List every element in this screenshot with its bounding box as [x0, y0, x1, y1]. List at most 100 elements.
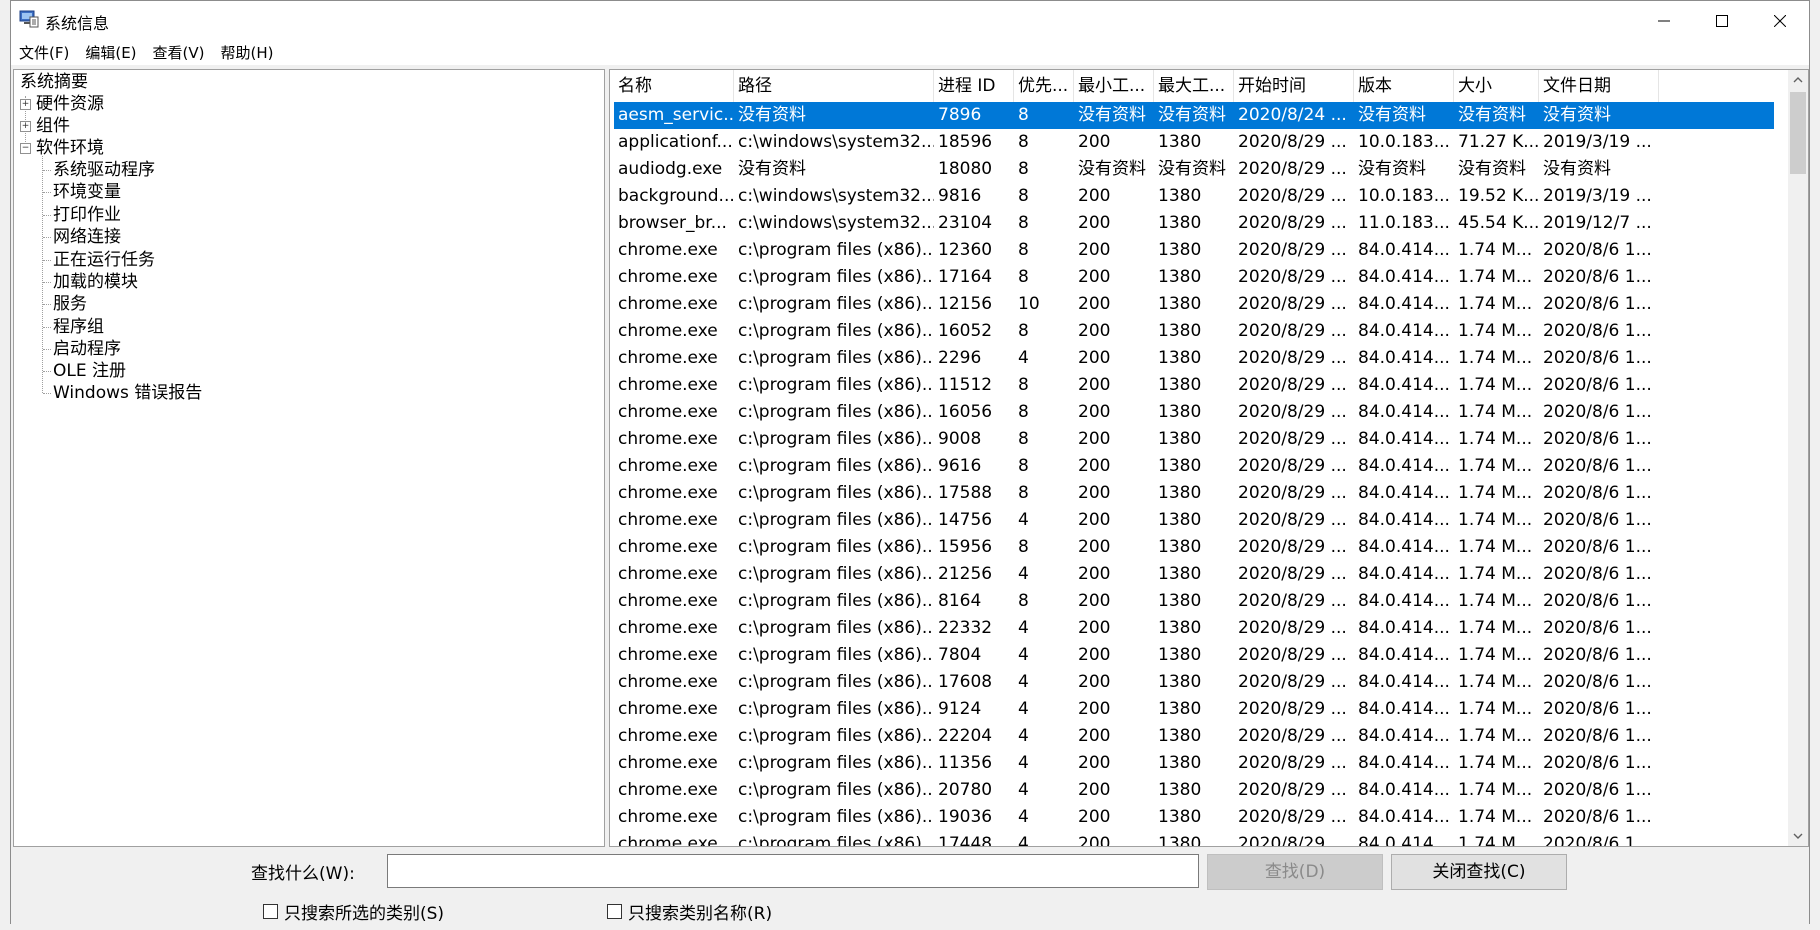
table-row[interactable]: chrome.exe c:\program files (x86)... 22204… [614, 723, 1774, 750]
table-cell: 2020/8/29 ... [1238, 267, 1347, 287]
column-header[interactable]: 进程 ID [934, 70, 1014, 102]
table-cell: c:\program files (x86)... [738, 699, 934, 719]
vertical-scrollbar[interactable] [1788, 70, 1808, 846]
table-row[interactable]: chrome.exe c:\program files (x86)... 11512… [614, 372, 1774, 399]
table-cell: c:\program files (x86)... [738, 618, 934, 638]
scroll-down-button[interactable] [1788, 826, 1808, 846]
close-icon [1774, 15, 1786, 27]
menu-edit[interactable]: 编辑(E) [77, 41, 144, 65]
table-cell: 1.74 M... [1458, 483, 1533, 503]
menu-file[interactable]: 文件(F) [11, 41, 77, 65]
column-header[interactable]: 大小 [1454, 70, 1539, 102]
tree-label: 打印作业 [53, 205, 121, 225]
minimize-button[interactable] [1635, 1, 1693, 41]
table-row[interactable]: chrome.exe c:\program files (x86)... 9616 8… [614, 453, 1774, 480]
collapse-icon[interactable]: − [20, 143, 31, 154]
tree-item-windows-error-reporting[interactable]: Windows 错误报告 [53, 380, 202, 406]
table-row[interactable]: chrome.exe c:\program files (x86)... 17608… [614, 669, 1774, 696]
search-selected-category-option[interactable]: 只搜索所选的类别(S) [263, 899, 444, 924]
menu-help[interactable]: 帮助(H) [213, 41, 282, 65]
table-row[interactable]: applicationf... c:\windows\system32... 185… [614, 129, 1774, 156]
table-row[interactable]: aesm_servic... 没有资料 7896 8 没有资料 没有资料 2020/8/24… [614, 102, 1774, 129]
table-row[interactable]: chrome.exe c:\program files (x86)... 16056… [614, 399, 1774, 426]
find-input[interactable] [387, 854, 1199, 888]
table-row[interactable]: chrome.exe c:\program files (x86)... 19036… [614, 804, 1774, 831]
table-cell: 没有资料 [1158, 105, 1226, 125]
table-cell: chrome.exe [618, 780, 718, 800]
table-cell: 1380 [1158, 672, 1202, 692]
table-row[interactable]: chrome.exe c:\program files (x86)... 9124 4… [614, 696, 1774, 723]
close-find-button[interactable]: 关闭查找(C) [1391, 854, 1567, 890]
table-cell: 2020/8/29 ... [1238, 321, 1347, 341]
tree-label: 环境变量 [53, 182, 121, 202]
table-cell: 1.74 M... [1458, 699, 1533, 719]
table-cell: 19.52 K... [1458, 186, 1539, 206]
scroll-thumb[interactable] [1790, 92, 1806, 174]
column-header[interactable]: 开始时间 [1234, 70, 1354, 102]
table-cell: 2020/8/29 ... [1238, 591, 1347, 611]
table-row[interactable]: chrome.exe c:\program files (x86)... 17164… [614, 264, 1774, 291]
table-row[interactable]: chrome.exe c:\program files (x86)... 8164 8… [614, 588, 1774, 615]
checkbox-label: 只搜索所选的类别(S) [284, 904, 445, 924]
column-header[interactable]: 名称 [614, 70, 734, 102]
table-row[interactable]: chrome.exe c:\program files (x86)... 12156… [614, 291, 1774, 318]
table-row[interactable]: chrome.exe c:\program files (x86)... 22332… [614, 615, 1774, 642]
table-cell: 1380 [1158, 348, 1202, 368]
table-cell: c:\program files (x86)... [738, 510, 934, 530]
tree-label: OLE 注册 [53, 361, 126, 381]
table-cell: 1.74 M... [1458, 672, 1533, 692]
table-cell: aesm_servic... [618, 105, 734, 125]
close-button[interactable] [1751, 1, 1809, 41]
table-cell: 200 [1078, 726, 1111, 746]
table-cell: 1.74 M... [1458, 726, 1533, 746]
table-row[interactable]: chrome.exe c:\program files (x86)... 11356… [614, 750, 1774, 777]
expand-icon[interactable]: + [20, 99, 31, 110]
column-header[interactable]: 优先... [1014, 70, 1074, 102]
table-cell: c:\program files (x86)... [738, 537, 934, 557]
find-button[interactable]: 查找(D) [1207, 854, 1383, 890]
table-cell: 8 [1018, 186, 1029, 206]
table-row[interactable]: background... c:\windows\system32... 9816 8… [614, 183, 1774, 210]
table-cell: c:\program files (x86)... [738, 807, 934, 827]
maximize-icon [1716, 15, 1728, 27]
table-row[interactable]: chrome.exe c:\program files (x86)... 17588… [614, 480, 1774, 507]
list-rows: aesm_servic... 没有资料 7896 8 没有资料 没有资料 2020/8/24… [614, 102, 1774, 846]
table-row[interactable]: chrome.exe c:\program files (x86)... 7804 4… [614, 642, 1774, 669]
table-row[interactable]: chrome.exe c:\program files (x86)... 20780… [614, 777, 1774, 804]
table-row[interactable]: chrome.exe c:\program files (x86)... 17448… [614, 831, 1774, 846]
table-row[interactable]: browser_br... c:\windows\system32... 23104… [614, 210, 1774, 237]
table-cell: 1.74 M... [1458, 375, 1533, 395]
column-header[interactable]: 最大工... [1154, 70, 1234, 102]
table-row[interactable]: chrome.exe c:\program files (x86)... 2296 4… [614, 345, 1774, 372]
table-cell: 200 [1078, 591, 1111, 611]
table-cell: 11.0.183... [1358, 213, 1450, 233]
table-cell: chrome.exe [618, 591, 718, 611]
checkbox[interactable] [263, 904, 278, 919]
checkbox[interactable] [607, 904, 622, 919]
search-category-names-option[interactable]: 只搜索类别名称(R) [607, 899, 772, 924]
maximize-button[interactable] [1693, 1, 1751, 41]
table-row[interactable]: chrome.exe c:\program files (x86)... 14756… [614, 507, 1774, 534]
table-row[interactable]: chrome.exe c:\program files (x86)... 16052… [614, 318, 1774, 345]
title-bar[interactable]: 系统信息 [11, 1, 1809, 41]
table-row[interactable]: chrome.exe c:\program files (x86)... 9008 8… [614, 426, 1774, 453]
column-header[interactable]: 文件日期 [1539, 70, 1659, 102]
table-cell: 2020/8/6 1... [1543, 483, 1652, 503]
column-header[interactable]: 版本 [1354, 70, 1454, 102]
table-row[interactable]: chrome.exe c:\program files (x86)... 12360… [614, 237, 1774, 264]
table-cell: 2020/8/29 ... [1238, 294, 1347, 314]
table-cell: browser_br... [618, 213, 727, 233]
column-header[interactable]: 最小工... [1074, 70, 1154, 102]
scroll-up-button[interactable] [1788, 70, 1808, 90]
table-row[interactable]: chrome.exe c:\program files (x86)... 21256… [614, 561, 1774, 588]
table-row[interactable]: chrome.exe c:\program files (x86)... 15956… [614, 534, 1774, 561]
table-cell: c:\program files (x86)... [738, 645, 934, 665]
column-header[interactable]: 路径 [734, 70, 934, 102]
table-cell: 84.0.414... [1358, 645, 1450, 665]
expand-icon[interactable]: + [20, 121, 31, 132]
tree-label: 网络连接 [53, 227, 121, 247]
table-cell: 9616 [938, 456, 982, 476]
table-cell: chrome.exe [618, 294, 718, 314]
menu-view[interactable]: 查看(V) [145, 41, 213, 65]
table-row[interactable]: audiodg.exe 没有资料 18080 8 没有资料 没有资料 2020/8/29 .… [614, 156, 1774, 183]
